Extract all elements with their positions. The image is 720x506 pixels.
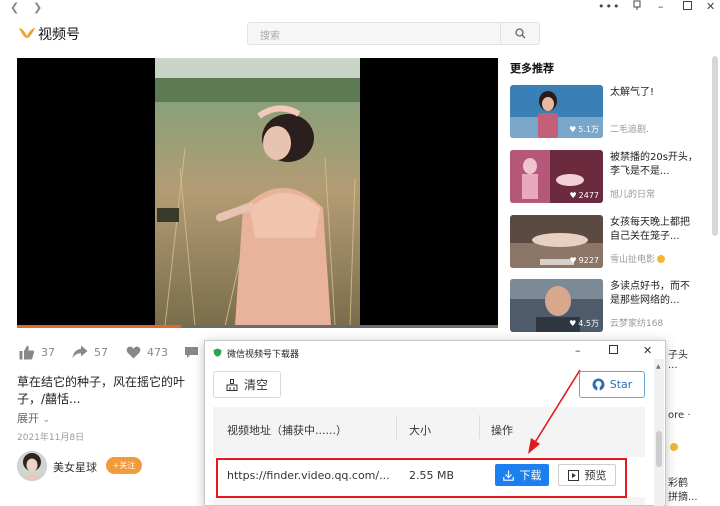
column-header-url: 视频地址（捕获中......） [227, 424, 347, 437]
recommend-item-title: 女孩每天晚上都把自己关在笼子... [610, 217, 690, 242]
minimize-icon[interactable]: – [658, 0, 664, 14]
thumbs-up-icon [19, 345, 35, 359]
recommend-item-author: 旭儿的日常 [610, 190, 656, 200]
heart-icon: ♥ [569, 319, 577, 328]
video-progress-bar[interactable] [17, 325, 498, 328]
heart-icon [126, 346, 141, 358]
column-header-size: 大小 [409, 424, 431, 437]
heart-icon: ♥ [569, 256, 577, 265]
like-count: 37 [41, 345, 55, 359]
verified-badge-icon [657, 255, 666, 263]
dialog-scrollbar-thumb[interactable] [656, 431, 662, 467]
recommend-thumbnail: ♥ 2477 [510, 150, 603, 203]
clear-button[interactable]: 清空 [213, 371, 281, 398]
search-input[interactable]: 搜索 [247, 22, 501, 45]
share-count: 57 [94, 345, 108, 359]
recommend-item-author: 雪山扯电影 [610, 252, 666, 265]
share-button[interactable]: 57 [72, 343, 108, 361]
more-icon[interactable]: ••• [598, 0, 620, 14]
recommend-title: 更多推荐 [510, 62, 554, 75]
star-label: Star [609, 378, 633, 391]
chevron-down-icon: ⌄ [42, 415, 51, 425]
partial-text: 拼摘... [668, 492, 698, 503]
heart-icon: ♥ [569, 191, 577, 200]
video-description: 草在结它的种子，风在摇它的叶子，/囍恬... [17, 375, 186, 406]
recommend-item[interactable]: ♥ 5.1万 太解气了! 二毛追剧. [510, 85, 700, 140]
channels-logo-icon [19, 28, 35, 38]
maximize-icon[interactable] [683, 0, 692, 14]
recommend-likes: ♥ 2477 [569, 191, 599, 200]
expand-button[interactable]: 展开 ⌄ [17, 410, 50, 426]
video-frame [155, 58, 360, 326]
recommend-likes: ♥ 9227 [569, 256, 599, 265]
recommend-thumbnail: ♥ 5.1万 [510, 85, 603, 138]
publish-date: 2021年11月8日 [17, 433, 85, 443]
video-player[interactable] [17, 58, 498, 326]
search-button[interactable] [501, 22, 540, 45]
title-bar: ❮ ❯ ••• – ✕ [0, 0, 720, 16]
pin-icon[interactable] [632, 0, 642, 15]
heart-button[interactable]: 473 [126, 343, 168, 361]
recommend-thumbnail: ♥ 4.5万 [510, 279, 603, 332]
recommend-item[interactable]: ♥ 9227 女孩每天晚上都把自己关在笼子... 雪山扯电影 [510, 215, 700, 270]
clear-label: 清空 [243, 378, 268, 392]
search-placeholder: 搜索 [260, 31, 280, 42]
app-title: 视频号 [38, 27, 80, 43]
recommend-likes: ♥ 5.1万 [569, 125, 599, 134]
scroll-up-icon[interactable]: ▲ [656, 363, 661, 370]
partial-text: ore · [668, 410, 691, 421]
close-icon[interactable]: ✕ [706, 0, 715, 14]
partial-text: 彩鹤 [668, 478, 688, 489]
share-icon [72, 345, 88, 358]
like-button[interactable]: 37 [19, 343, 55, 361]
recommend-item-title: 被禁播的20s开头，李飞是不是... [610, 152, 698, 177]
page-scrollbar[interactable] [712, 56, 718, 236]
column-divider [396, 415, 397, 439]
dialog-scrollbar[interactable] [654, 359, 664, 506]
annotation-arrow-icon [528, 369, 581, 454]
comment-icon [185, 346, 198, 358]
github-star-button[interactable]: Star [579, 371, 645, 398]
recommend-item-author: 云梦家纺168 [610, 319, 664, 329]
github-icon [592, 378, 605, 391]
shield-icon [213, 348, 222, 357]
recommend-item-title: 多读点好书，而不是那些网络的... [610, 281, 690, 306]
heart-count: 473 [147, 345, 168, 359]
forward-arrow-icon[interactable]: ❯ [33, 1, 42, 15]
video-progress-fill [17, 325, 181, 328]
heart-icon: ♥ [569, 125, 577, 134]
highlight-box [216, 458, 627, 498]
partial-text: 子头 [668, 350, 688, 361]
dialog-title: 微信视频号下载器 [227, 350, 300, 360]
expand-label: 展开 [17, 412, 39, 425]
follow-button[interactable]: +关注 [106, 457, 142, 474]
recommend-item[interactable]: ♥ 2477 被禁播的20s开头，李飞是不是... 旭儿的日常 [510, 150, 700, 205]
recommend-item[interactable]: ♥ 4.5万 多读点好书，而不是那些网络的... 云梦家纺168 [510, 279, 700, 334]
maximize-icon[interactable] [609, 345, 618, 357]
recommend-item-author: 二毛追剧. [610, 125, 649, 135]
minimize-icon[interactable]: – [575, 345, 581, 357]
column-header-action: 操作 [491, 424, 513, 437]
comment-button[interactable] [184, 343, 199, 361]
partial-text: ... [668, 360, 678, 371]
back-arrow-icon[interactable]: ❮ [10, 1, 19, 15]
column-divider [479, 415, 480, 439]
recommend-thumbnail: ♥ 9227 [510, 215, 603, 268]
recommend-likes: ♥ 4.5万 [569, 319, 599, 328]
author-name[interactable]: 美女星球 [53, 459, 97, 475]
close-icon[interactable]: ✕ [643, 345, 652, 357]
recommend-item-title: 太解气了! [610, 87, 655, 98]
broom-icon [226, 378, 238, 391]
author-avatar[interactable] [17, 451, 47, 481]
search-icon [515, 28, 526, 39]
verified-badge-icon [668, 442, 678, 453]
